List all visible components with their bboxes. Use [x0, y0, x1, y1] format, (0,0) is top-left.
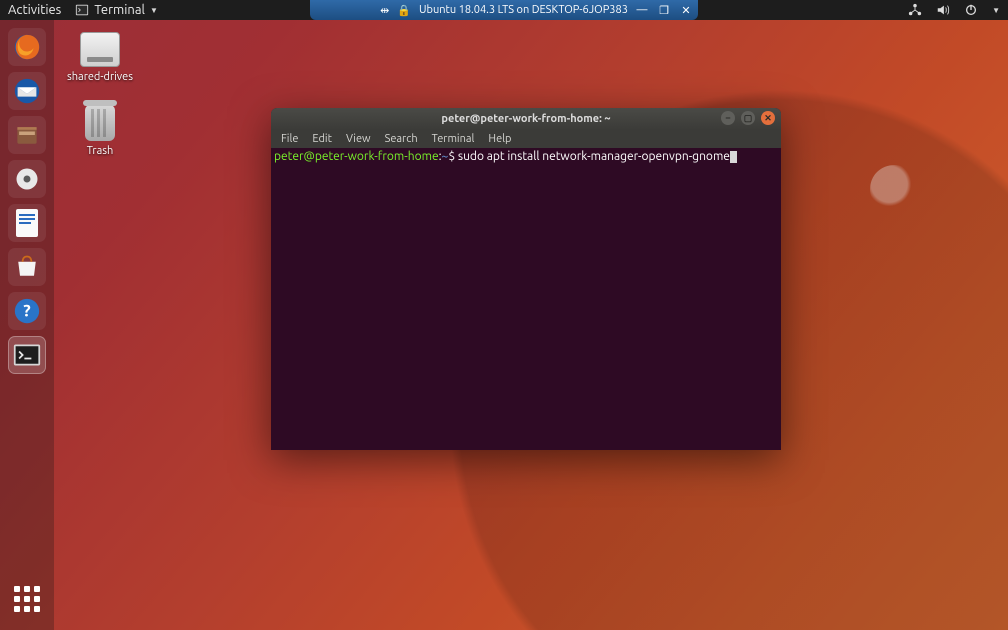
terminal-menubar: File Edit View Search Terminal Help — [271, 130, 781, 148]
network-icon[interactable] — [908, 3, 922, 17]
power-icon[interactable] — [964, 3, 978, 17]
wallpaper-beaver-eye — [870, 165, 918, 213]
menu-search[interactable]: Search — [385, 133, 418, 145]
document-icon — [14, 208, 40, 238]
files-icon — [13, 121, 41, 149]
close-button[interactable]: ✕ — [680, 4, 692, 16]
chevron-down-icon[interactable]: ▼ — [992, 6, 1000, 15]
prompt-user: peter@peter-work-from-home — [274, 150, 439, 163]
help-icon: ? — [12, 296, 42, 326]
desktop-icon-label: shared-drives — [65, 71, 135, 83]
shopping-bag-icon — [13, 253, 41, 281]
terminal-window: peter@peter-work-from-home: ~ – ▢ ✕ File… — [271, 108, 781, 450]
trash-icon — [85, 105, 115, 141]
app-menu[interactable]: Terminal ▼ — [75, 3, 158, 17]
command-text: sudo apt install network-manager-openvpn… — [458, 150, 730, 163]
window-close-button[interactable]: ✕ — [761, 111, 775, 125]
pin-icon[interactable]: ⇹ — [380, 4, 389, 17]
dock-software[interactable] — [8, 248, 46, 286]
volume-icon[interactable] — [936, 3, 950, 17]
dock-rhythmbox[interactable] — [8, 160, 46, 198]
show-applications-button[interactable] — [8, 580, 46, 618]
dock-writer[interactable] — [8, 204, 46, 242]
dock-thunderbird[interactable] — [8, 72, 46, 110]
desktop-icon-label: Trash — [65, 145, 135, 157]
thunderbird-icon — [12, 76, 42, 106]
svg-text:?: ? — [23, 302, 30, 321]
menu-terminal[interactable]: Terminal — [432, 133, 475, 145]
chevron-down-icon: ▼ — [150, 6, 158, 15]
music-icon — [13, 165, 41, 193]
activities-button[interactable]: Activities — [8, 3, 61, 17]
window-minimize-button[interactable]: – — [721, 111, 735, 125]
vm-title: Ubuntu 18.04.3 LTS on DESKTOP-6JOP383 — [419, 4, 628, 16]
menu-file[interactable]: File — [281, 133, 298, 145]
terminal-body[interactable]: peter@peter-work-from-home:~$ sudo apt i… — [271, 148, 781, 450]
apps-grid-icon — [14, 586, 40, 612]
lock-icon: 🔒 — [397, 4, 411, 17]
prompt-dollar: $ — [448, 150, 458, 163]
dock: ? — [0, 20, 54, 630]
terminal-title-text: peter@peter-work-from-home: ~ — [441, 113, 610, 125]
terminal-icon — [13, 343, 41, 367]
window-maximize-button[interactable]: ▢ — [741, 111, 755, 125]
desktop-icon-shared-drives[interactable]: shared-drives — [65, 32, 135, 83]
desktop-icon-trash[interactable]: Trash — [65, 105, 135, 157]
restore-button[interactable]: ❐ — [658, 4, 670, 16]
menu-edit[interactable]: Edit — [312, 133, 332, 145]
text-cursor — [730, 151, 737, 163]
terminal-icon — [75, 3, 89, 17]
app-menu-label: Terminal — [94, 3, 145, 17]
dock-help[interactable]: ? — [8, 292, 46, 330]
dock-files[interactable] — [8, 116, 46, 154]
vm-connection-bar: ⇹ 🔒 Ubuntu 18.04.3 LTS on DESKTOP-6JOP38… — [310, 0, 698, 20]
dock-firefox[interactable] — [8, 28, 46, 66]
menu-help[interactable]: Help — [488, 133, 511, 145]
dock-terminal[interactable] — [8, 336, 46, 374]
menu-view[interactable]: View — [346, 133, 371, 145]
firefox-icon — [12, 32, 42, 62]
minimize-button[interactable]: — — [636, 4, 648, 16]
terminal-titlebar[interactable]: peter@peter-work-from-home: ~ – ▢ ✕ — [271, 108, 781, 130]
drive-icon — [80, 32, 120, 67]
